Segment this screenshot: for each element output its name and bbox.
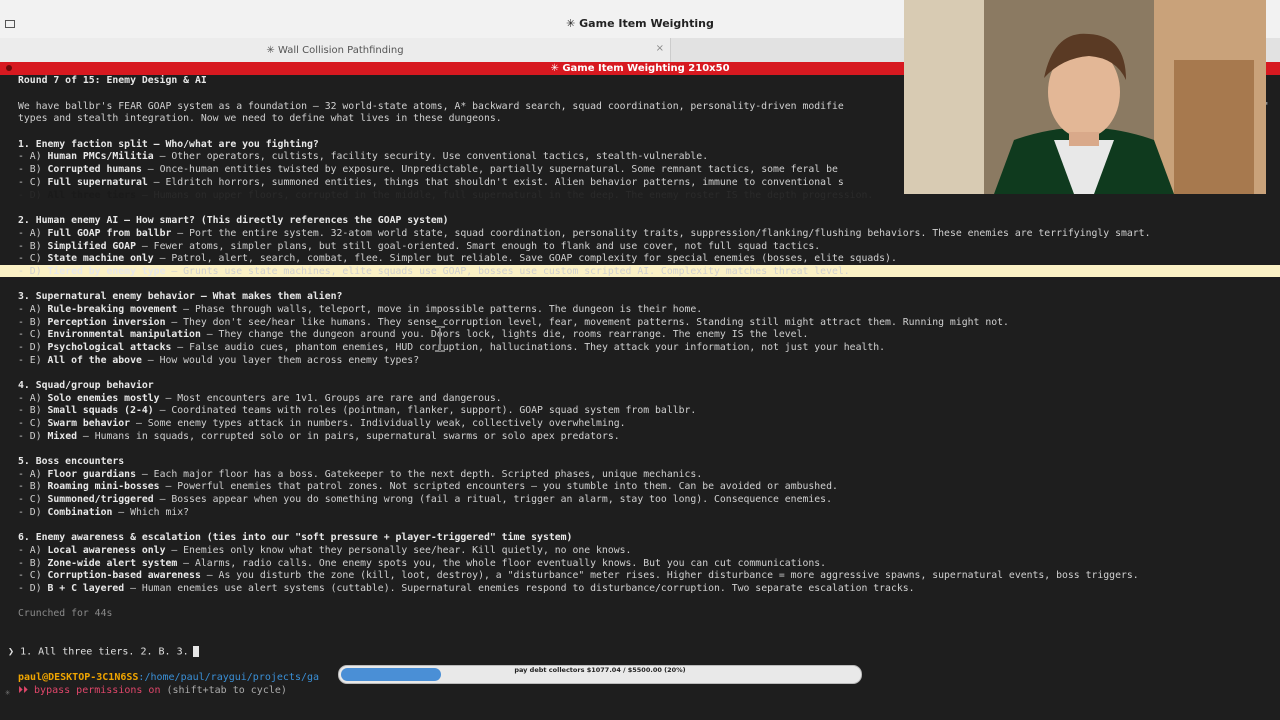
question-4-title: 4. Squad/group behavior bbox=[18, 380, 154, 391]
option-1d: - D) All three tiers — Humans on upper f… bbox=[18, 190, 874, 201]
status-user: paul@DESKTOP-3C1N6SS bbox=[18, 672, 139, 683]
prompt-input[interactable]: 1. All three tiers. 2. B. 3. bbox=[20, 647, 189, 658]
prompt-chevron-icon: ❯ bbox=[8, 646, 15, 658]
status-path: :/home/paul/raygui/projects/ga bbox=[138, 672, 320, 683]
option-6c: - C) Corruption-based awareness — As you… bbox=[18, 570, 1139, 581]
option-6b: - B) Zone-wide alert system — Alarms, ra… bbox=[18, 558, 827, 569]
option-1c: - C) Full supernatural — Eldritch horror… bbox=[18, 177, 844, 188]
option-3e: - E) All of the above — How would you la… bbox=[18, 355, 420, 366]
option-5d: - D) Combination — Which mix? bbox=[18, 507, 190, 518]
option-6d: - D) B + C layered — Human enemies use a… bbox=[18, 583, 915, 594]
tab-close-icon[interactable]: × bbox=[656, 43, 664, 54]
permissions-status: bypass permissions on bbox=[34, 685, 161, 696]
intro-line-2: types and stealth integration. Now we ne… bbox=[18, 113, 502, 124]
option-2a: - A) Full GOAP from ballbr — Port the en… bbox=[18, 228, 1151, 239]
option-6a: - A) Local awareness only — Enemies only… bbox=[18, 545, 632, 556]
status-path-line: paul@DESKTOP-3C1N6SS:/home/paul/raygui/p… bbox=[18, 672, 319, 683]
option-5a: - A) Floor guardians — Each major floor … bbox=[18, 469, 703, 480]
question-3-title: 3. Supernatural enemy behavior — What ma… bbox=[18, 291, 343, 302]
terminal-title: ✳ Game Item Weighting 210x50 bbox=[550, 63, 730, 74]
text-cursor bbox=[192, 646, 199, 657]
option-3d: - D) Psychological attacks — False audio… bbox=[18, 342, 886, 353]
crunched-status: Crunched for 44s bbox=[18, 608, 113, 619]
question-5-title: 5. Boss encounters bbox=[18, 456, 125, 467]
option-2d: - D) Tiered by enemy type — Grunts use s… bbox=[18, 266, 850, 277]
option-4c: - C) Swarm behavior — Some enemy types a… bbox=[18, 418, 626, 429]
option-5c: - C) Summoned/triggered — Bosses appear … bbox=[18, 494, 832, 505]
tab-wall-collision[interactable]: ✳ Wall Collision Pathfinding × bbox=[0, 38, 670, 62]
option-1a: - A) Human PMCs/Militia — Other operator… bbox=[18, 151, 709, 162]
option-4b: - B) Small squads (2-4) — Coordinated te… bbox=[18, 405, 697, 416]
webcam-overlay bbox=[904, 0, 1266, 194]
permissions-line[interactable]: ⏵⏵ bypass permissions on (shift+tab to c… bbox=[18, 685, 287, 696]
option-2c: - C) State machine only — Patrol, alert,… bbox=[18, 253, 897, 264]
option-4d: - D) Mixed — Humans in squads, corrupted… bbox=[18, 431, 620, 442]
webcam-person-image bbox=[904, 0, 1266, 194]
question-6-title: 6. Enemy awareness & escalation (ties in… bbox=[18, 532, 573, 543]
option-3c: - C) Environmental manipulation — They c… bbox=[18, 329, 809, 340]
progress-label: pay debt collectors $1077.04 / $5500.00 … bbox=[514, 666, 686, 674]
option-5b: - B) Roaming mini-bosses — Powerful enem… bbox=[18, 481, 838, 492]
option-3a: - A) Rule-breaking movement — Phase thro… bbox=[18, 304, 703, 315]
round-heading: Round 7 of 15: Enemy Design & AI bbox=[18, 75, 207, 86]
mouse-cursor-icon bbox=[434, 326, 446, 356]
debt-progress-bar: pay debt collectors $1077.04 / $5500.00 … bbox=[338, 665, 862, 684]
permissions-hint: (shift+tab to cycle) bbox=[160, 685, 287, 696]
option-3b: - B) Perception inversion — They don't s… bbox=[18, 317, 1009, 328]
question-2-title: 2. Human enemy AI — How smart? (This dir… bbox=[18, 215, 449, 226]
prompt-input-line[interactable]: ❯ 1. All three tiers. 2. B. 3. bbox=[8, 646, 199, 658]
question-1-title: 1. Enemy faction split — Who/what are yo… bbox=[18, 139, 319, 150]
spinner-icon: ✳ bbox=[5, 688, 11, 698]
option-2b: - B) Simplified GOAP — Fewer atoms, simp… bbox=[18, 241, 821, 252]
option-4a: - A) Solo enemies mostly — Most encounte… bbox=[18, 393, 502, 404]
intro-line-1: We have ballbr's FEAR GOAP system as a f… bbox=[18, 101, 1270, 112]
option-1b: - B) Corrupted humans — Once-human entit… bbox=[18, 164, 838, 175]
status-dot-icon bbox=[6, 65, 12, 71]
tab-label: ✳ Wall Collision Pathfinding bbox=[266, 44, 404, 56]
fast-forward-icon: ⏵⏵ bbox=[18, 685, 28, 696]
